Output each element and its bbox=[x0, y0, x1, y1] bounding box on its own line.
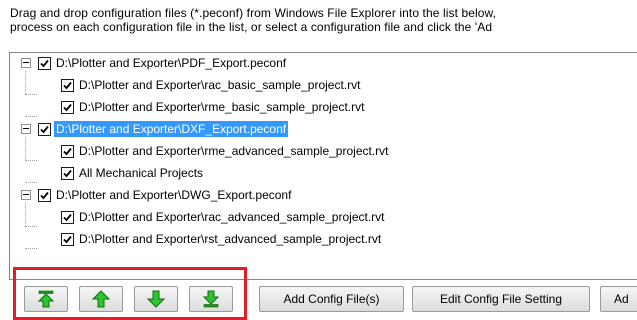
arrow-up-icon bbox=[91, 290, 111, 308]
move-up-button[interactable] bbox=[79, 286, 123, 312]
tree-item-config-selected[interactable]: D:\Plotter and Exporter\DXF_Export.pecon… bbox=[38, 120, 289, 138]
tree-item-label: D:\Plotter and Exporter\DWG_Export.pecon… bbox=[56, 188, 292, 202]
tree-item-project[interactable]: D:\Plotter and Exporter\rme_basic_sample… bbox=[61, 98, 366, 116]
checkbox-checked-icon[interactable] bbox=[61, 144, 74, 158]
checkbox-checked-icon[interactable] bbox=[38, 56, 51, 70]
arrow-down-to-bottom-icon bbox=[201, 290, 221, 308]
add-button-partial[interactable]: Ad bbox=[600, 286, 637, 312]
edit-config-file-setting-button[interactable]: Edit Config File Setting bbox=[412, 286, 590, 312]
move-to-top-button[interactable] bbox=[24, 286, 68, 312]
arrow-up-to-top-icon bbox=[36, 290, 56, 308]
checkbox-checked-icon[interactable] bbox=[38, 188, 51, 202]
tree-item-project[interactable]: D:\Plotter and Exporter\rme_advanced_sam… bbox=[61, 142, 391, 160]
toolbar: Add Config File(s) Edit Config File Sett… bbox=[0, 278, 637, 320]
arrow-down-icon bbox=[146, 290, 166, 308]
config-file-tree[interactable]: D:\Plotter and Exporter\PDF_Export.pecon… bbox=[9, 52, 637, 280]
tree-item-project[interactable]: D:\Plotter and Exporter\rac_basic_sample… bbox=[61, 76, 362, 94]
tree-item-label: D:\Plotter and Exporter\DXF_Export.pecon… bbox=[54, 121, 289, 137]
tree-item-config[interactable]: D:\Plotter and Exporter\PDF_Export.pecon… bbox=[38, 54, 288, 72]
move-down-button[interactable] bbox=[134, 286, 178, 312]
checkbox-checked-icon[interactable] bbox=[61, 166, 74, 180]
tree-item-label: D:\Plotter and Exporter\rme_advanced_sam… bbox=[79, 144, 389, 158]
tree-item-project[interactable]: All Mechanical Projects bbox=[61, 164, 205, 182]
expander-collapse-icon[interactable] bbox=[21, 58, 31, 68]
checkbox-checked-icon[interactable] bbox=[61, 232, 74, 246]
add-config-files-button[interactable]: Add Config File(s) bbox=[259, 286, 404, 312]
instructions-text: Drag and drop configuration files (*.pec… bbox=[10, 6, 637, 34]
tree-item-label: D:\Plotter and Exporter\rme_basic_sample… bbox=[79, 100, 365, 114]
tree-item-project[interactable]: D:\Plotter and Exporter\rac_advanced_sam… bbox=[61, 208, 387, 226]
checkbox-checked-icon[interactable] bbox=[38, 122, 51, 136]
tree-item-label: All Mechanical Projects bbox=[79, 166, 204, 180]
checkbox-checked-icon[interactable] bbox=[61, 210, 74, 224]
tree-item-config[interactable]: D:\Plotter and Exporter\DWG_Export.pecon… bbox=[38, 186, 293, 204]
move-to-bottom-button[interactable] bbox=[189, 286, 233, 312]
tree-item-label: D:\Plotter and Exporter\rac_basic_sample… bbox=[79, 78, 361, 92]
expander-collapse-icon[interactable] bbox=[21, 124, 31, 134]
checkbox-checked-icon[interactable] bbox=[61, 78, 74, 92]
tree-item-label: D:\Plotter and Exporter\rac_advanced_sam… bbox=[79, 210, 385, 224]
tree-item-project[interactable]: D:\Plotter and Exporter\rst_advanced_sam… bbox=[61, 230, 383, 248]
instructions-line-2: process on each configuration file in th… bbox=[10, 20, 493, 34]
tree-item-label: D:\Plotter and Exporter\rst_advanced_sam… bbox=[79, 232, 382, 246]
tree-item-label: D:\Plotter and Exporter\PDF_Export.pecon… bbox=[56, 56, 287, 70]
instructions-line-1: Drag and drop configuration files (*.pec… bbox=[10, 6, 497, 20]
expander-collapse-icon[interactable] bbox=[21, 190, 31, 200]
checkbox-checked-icon[interactable] bbox=[61, 100, 74, 114]
